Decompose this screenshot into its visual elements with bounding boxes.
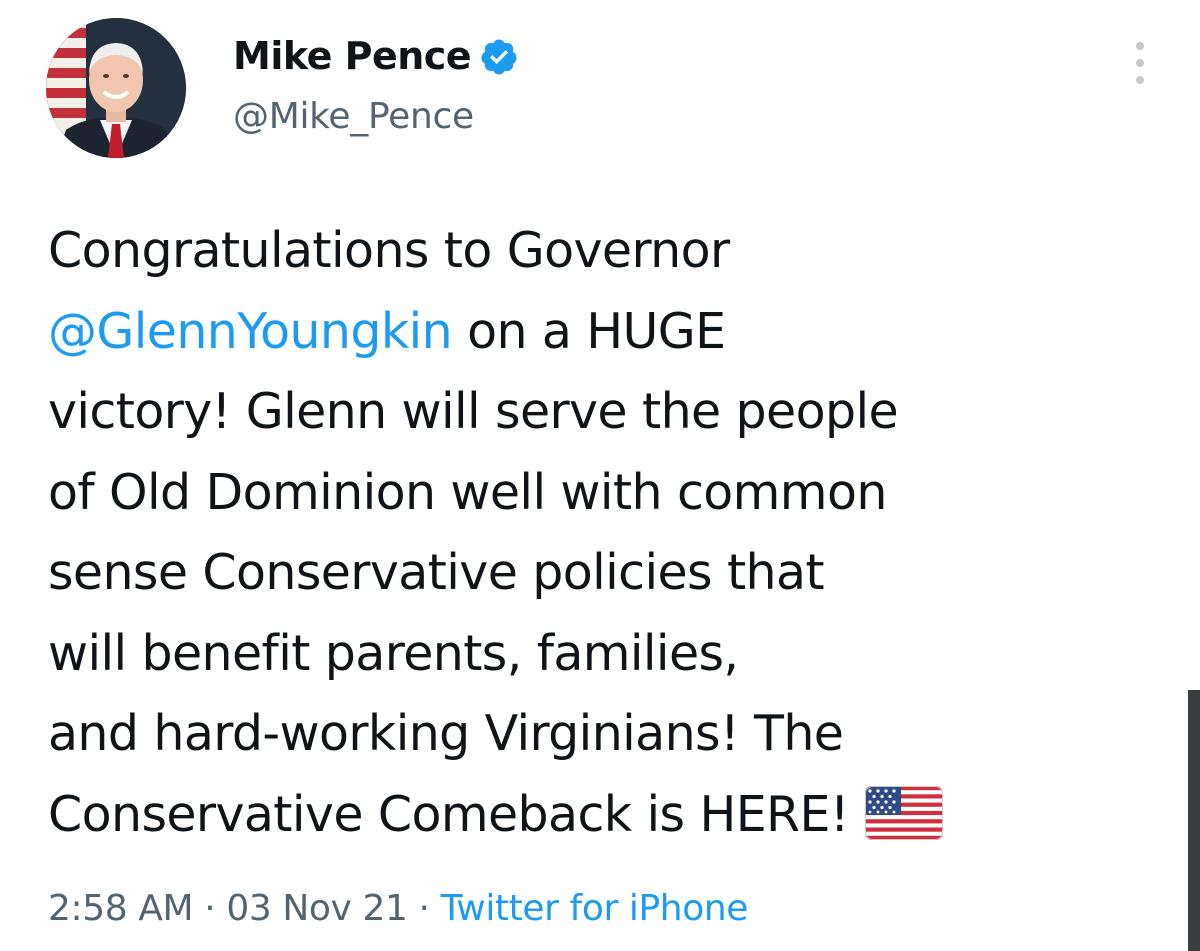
tweet-time[interactable]: 2:58 AM (48, 888, 194, 929)
tweet-line: victory! Glenn will serve the people (48, 383, 899, 440)
tweet-line: will benefit parents, families, (48, 624, 739, 682)
us-flag-emoji (864, 786, 943, 840)
author-display-name[interactable]: Mike Pence (233, 34, 472, 78)
tweet-line: Congratulations to Governor (48, 222, 730, 279)
tweet-author: Mike Pence @Mike_Pence (233, 30, 519, 137)
meta-separator: · (418, 888, 430, 929)
mention-link[interactable]: @GlennYoungkin (48, 303, 453, 360)
tweet-meta: 2:58 AM · 03 Nov 21 · Twitter for iPhone (48, 888, 748, 929)
tweet-date[interactable]: 03 Nov 21 (226, 888, 408, 929)
tweet-card[interactable]: Mike Pence @Mike_Pence Congratulations t… (0, 0, 1200, 951)
avatar[interactable] (46, 18, 186, 158)
meta-separator: · (204, 888, 216, 929)
tweet-line: sense Conservative policies that (48, 544, 825, 601)
tweet-line: Conservative Comeback is HERE! (48, 775, 1158, 856)
author-name-row: Mike Pence (233, 30, 519, 82)
tweet-line: @GlennYoungkin on a HUGE (48, 302, 726, 360)
author-handle[interactable]: @Mike_Pence (233, 96, 519, 137)
tweet-text: Congratulations to Governor @GlennYoungk… (48, 211, 1158, 855)
scrollbar[interactable] (1188, 690, 1200, 951)
more-dot (1136, 76, 1144, 84)
more-dot (1136, 42, 1144, 50)
tweet-line: of Old Dominion well with common (48, 463, 887, 521)
more-dot (1136, 59, 1144, 67)
avatar-photo (46, 18, 186, 158)
tweet-line: and hard-working Virginians! The (48, 705, 844, 762)
tweet-source[interactable]: Twitter for iPhone (441, 888, 749, 929)
verified-badge-icon (481, 39, 517, 75)
more-dots-icon[interactable] (1130, 42, 1150, 84)
